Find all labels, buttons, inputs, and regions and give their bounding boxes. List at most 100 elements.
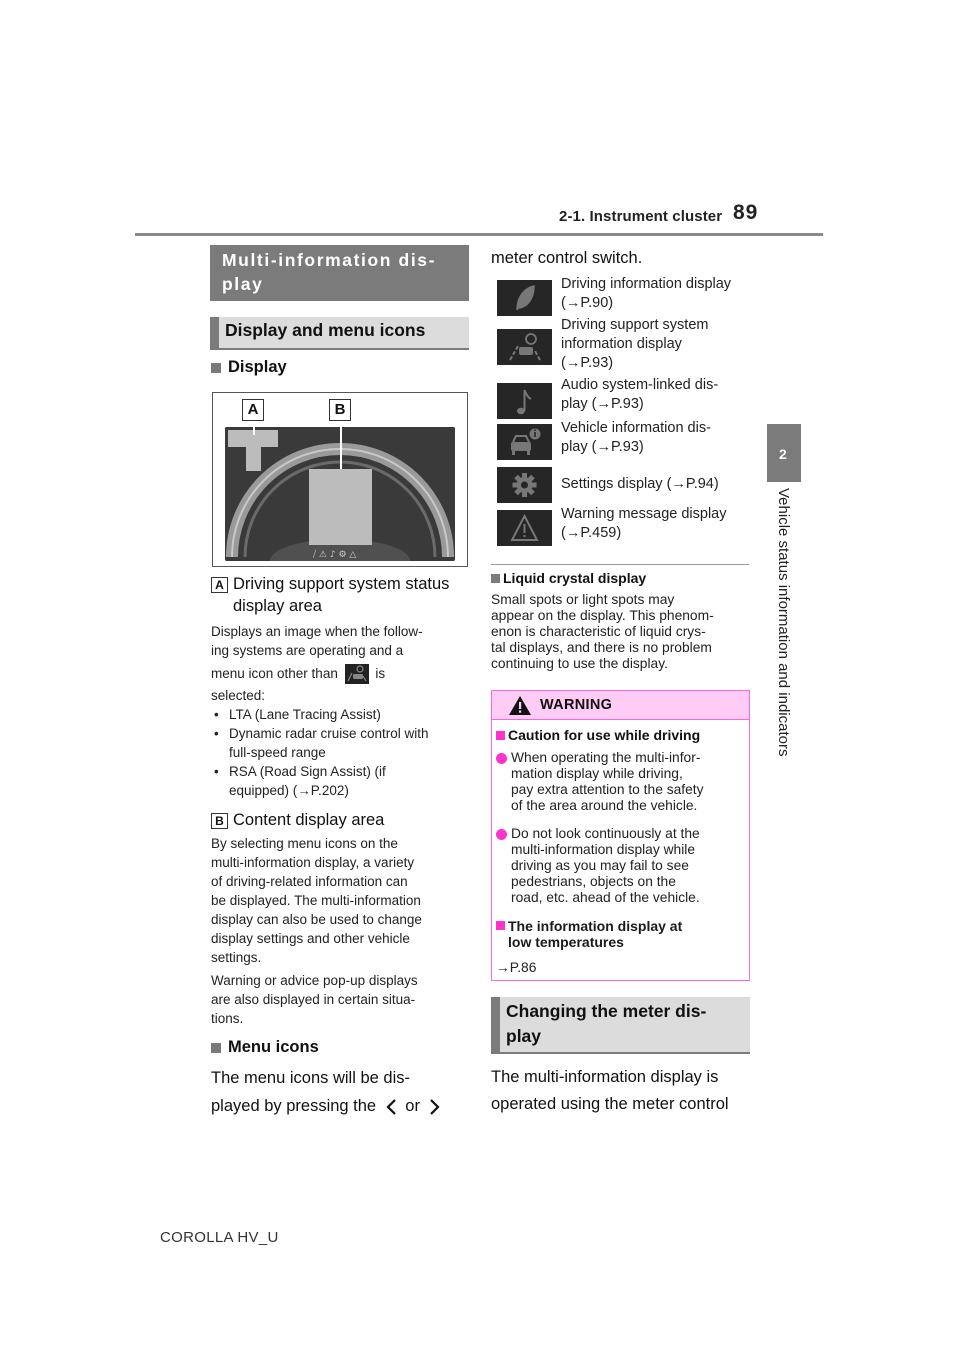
item-b-desc2-line: are also displayed in certain situa- xyxy=(211,992,416,1007)
item-a-label: A xyxy=(211,576,228,593)
item-a-system-list: LTA (Lane Tracing Assist) Dynamic radar … xyxy=(211,705,473,800)
menu-item-text: Driving support system information displ… xyxy=(561,317,709,371)
pink-dot-icon xyxy=(496,753,507,764)
menu-icons-text-before: played by pressing the xyxy=(211,1097,377,1115)
item-a-desc-before-icon: menu icon other than xyxy=(211,666,338,681)
item-a-desc-after-icon: is xyxy=(375,666,386,681)
changing-heading-line2: play xyxy=(506,1026,542,1046)
item-a-desc-line: ing systems are operating and a xyxy=(211,643,404,658)
item-b-desc-line: By selecting menu icons on the xyxy=(211,836,398,851)
lcd-heading-text: Liquid crystal display xyxy=(503,570,647,586)
menu-icons-text-or: or xyxy=(405,1097,420,1115)
menu-icon-strip: ⧸ ⚠ ♪ ⚙ △ xyxy=(313,549,356,560)
list-item: LTA (Lane Tracing Assist) xyxy=(211,705,473,724)
lcd-note: Liquid crystal display Small spots or li… xyxy=(491,570,753,672)
item-a-title-line1: Driving support system status xyxy=(233,575,450,593)
chapter-title: Vehicle status information and indicator… xyxy=(775,488,792,757)
item-b-desc-line: be displayed. The multi-information xyxy=(211,893,421,908)
warning-icon xyxy=(509,696,531,715)
vehicle-info-icon xyxy=(497,424,552,460)
svg-text:⧸ ⚠ ♪ ⚙ △: ⧸ ⚠ ♪ ⚙ △ xyxy=(313,549,356,560)
leaf-icon xyxy=(497,280,552,316)
menu-icons-heading: Menu icons xyxy=(211,1038,319,1057)
warning-bullet: When operating the multi-infor- mation d… xyxy=(496,750,749,814)
area-b-placeholder xyxy=(309,469,372,545)
menu-item-text: Vehicle information dis- play (→P.93) xyxy=(561,420,711,455)
changing-text: The multi-information display is operate… xyxy=(491,1068,729,1113)
item-b-label: B xyxy=(211,812,228,829)
item-a-title: A Driving support system status display a… xyxy=(211,573,471,617)
menu-icons-text-line1: The menu icons will be dis- xyxy=(211,1069,410,1087)
lcd-heading: Liquid crystal display xyxy=(491,570,753,586)
page-number: 89 xyxy=(733,201,759,224)
main-heading-line2: play xyxy=(222,274,264,294)
leader-line-b xyxy=(340,421,342,469)
menu-item-text: Settings display (→P.94) xyxy=(561,476,719,492)
warning-triangle-icon xyxy=(497,510,552,546)
display-heading-text: Display xyxy=(228,358,287,376)
menu-icons-text: The menu icons will be dis- played by pr… xyxy=(211,1064,473,1120)
lcd-text: Small spots or light spots may appear on… xyxy=(491,592,714,671)
square-bullet-icon xyxy=(211,362,221,373)
warning-bullet: Do not look continuously at the multi-in… xyxy=(496,826,749,906)
square-bullet-icon xyxy=(496,921,505,930)
item-a-title-line2: display area xyxy=(233,597,322,615)
continuation-text: meter control switch. xyxy=(491,249,643,267)
display-heading: Display xyxy=(211,358,287,377)
item-a-desc-line: selected: xyxy=(211,688,266,704)
gear-icon xyxy=(497,467,552,503)
item-b-desc-line: settings. xyxy=(211,950,262,965)
item-a-desc-line-with-icon: menu icon other than is xyxy=(211,664,473,685)
list-item: RSA (Road Sign Assist) (ifequipped) (→P.… xyxy=(211,762,473,800)
leader-line-a xyxy=(253,421,255,435)
menu-item-text: Warning message display (→P.459) xyxy=(561,506,727,541)
item-b-desc2-line: Warning or advice pop-up displays xyxy=(211,973,418,988)
driving-support-icon xyxy=(497,329,552,365)
figure-label-b: B xyxy=(329,399,351,421)
figure-label-a: A xyxy=(242,399,264,421)
item-b-desc-line: display can also be used to change xyxy=(211,912,422,927)
menu-item-text: Driving information display (→P.90) xyxy=(561,276,732,311)
chapter-title-vertical: Vehicle status information and indicator… xyxy=(768,488,798,778)
section-divider xyxy=(491,564,749,565)
caution-heading-text: Caution for use while driving xyxy=(508,727,701,743)
chevron-left-icon xyxy=(386,1098,396,1115)
item-b-desc-line: display settings and other vehicle xyxy=(211,931,410,946)
chevron-right-icon xyxy=(429,1098,440,1115)
section-title: 2-1. Instrument cluster xyxy=(559,208,723,225)
low-temp-heading: The information display at low temperatu… xyxy=(496,918,749,950)
menu-icons-heading-text: Menu icons xyxy=(228,1038,319,1056)
square-bullet-icon xyxy=(496,730,505,740)
pink-dot-icon xyxy=(496,829,507,840)
caution-heading: Caution for use while driving xyxy=(496,727,749,743)
menu-item-text: Audio system-linked dis- play (→P.93) xyxy=(561,377,719,412)
main-heading-line1: Multi-information dis- xyxy=(222,250,437,270)
item-b-desc-line: multi-information display, a variety xyxy=(211,855,415,870)
main-heading: Multi-information dis- play xyxy=(210,245,469,301)
item-b-desc-line: of driving-related information can xyxy=(211,874,408,889)
instrument-cluster-figure: A B ⧸ ⚠ ♪ ⚙ △ xyxy=(212,392,468,567)
warning-title: WARNING xyxy=(540,697,613,713)
footer-model: COROLLA HV_U xyxy=(160,1229,279,1246)
warning-box: WARNING Caution for use while driving Wh… xyxy=(491,690,750,981)
warning-body: Caution for use while driving When opera… xyxy=(492,720,749,977)
chapter-number: 2 xyxy=(779,446,787,462)
square-bullet-icon xyxy=(491,573,500,583)
changing-heading: Changing the meter dis- play xyxy=(491,997,750,1054)
item-b-description: By selecting menu icons on the multi-inf… xyxy=(211,834,473,1028)
header-divider xyxy=(135,233,823,236)
item-b-desc2-line: tions. xyxy=(211,1011,244,1026)
low-temp-reference[interactable]: →P.86 xyxy=(496,958,749,977)
menu-icons-text-line2: played by pressing the or xyxy=(211,1092,473,1120)
music-note-icon xyxy=(497,383,552,419)
changing-heading-line1: Changing the meter dis- xyxy=(506,1001,707,1021)
sub-heading: Display and menu icons xyxy=(210,317,469,350)
square-bullet-icon xyxy=(211,1042,221,1053)
item-a-desc-line: Displays an image when the follow- xyxy=(211,624,423,639)
warning-header: WARNING xyxy=(492,691,749,720)
item-a-description: Displays an image when the follow- ing s… xyxy=(211,622,473,800)
driving-support-inline-icon xyxy=(344,664,369,685)
list-item: Dynamic radar cruise control withfull-sp… xyxy=(211,724,473,762)
item-b-title: B Content display area xyxy=(211,809,471,831)
item-b-title-text: Content display area xyxy=(233,811,385,829)
